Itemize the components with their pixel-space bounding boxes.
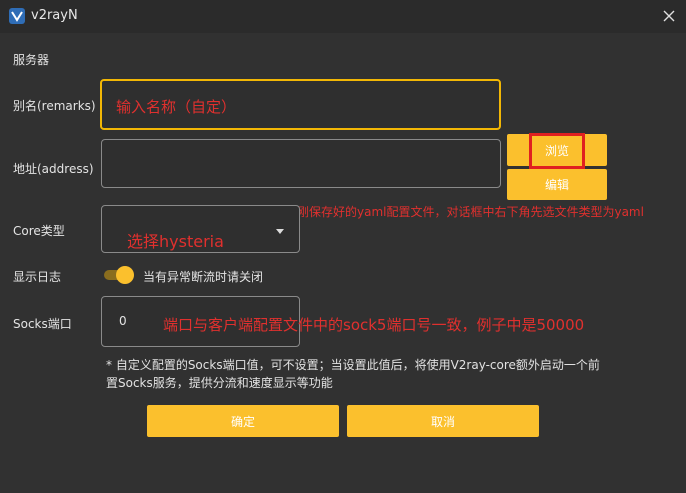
close-icon xyxy=(663,10,675,22)
section-title: 服务器 xyxy=(13,53,50,67)
socks-port-annotation: 端口与客户端配置文件中的sock5端口号一致，例子中是50000 xyxy=(163,316,585,334)
remarks-annotation: 输入名称（自定） xyxy=(116,98,237,116)
title-bar: v2rayN xyxy=(0,0,686,33)
toggle-knob[interactable] xyxy=(116,266,134,284)
show-log-toggle-text: 当有异常断流时请关闭 xyxy=(143,270,264,284)
core-type-label: Core类型 xyxy=(13,224,65,238)
edit-button-label: 编辑 xyxy=(544,178,569,192)
browse-highlight-box xyxy=(529,133,585,169)
v2rayn-logo-icon xyxy=(9,8,25,24)
edit-button[interactable]: 编辑 xyxy=(507,169,607,200)
cancel-button[interactable]: 取消 xyxy=(347,405,539,437)
window-title: v2rayN xyxy=(31,8,78,23)
socks-port-label: Socks端口 xyxy=(13,317,72,331)
socks-note-line1: * 自定义配置的Socks端口值，可不设置；当设置此值后，将使用V2ray-co… xyxy=(106,358,600,372)
ok-button-label: 确定 xyxy=(230,414,255,429)
remarks-label: 别名(remarks) xyxy=(13,99,96,113)
socks-note-line2: 置Socks服务，提供分流和速度显示等功能 xyxy=(106,376,333,390)
socks-port-value: 0 xyxy=(119,314,127,328)
cancel-button-label: 取消 xyxy=(430,414,455,429)
address-input[interactable] xyxy=(101,139,501,188)
address-label: 地址(address) xyxy=(13,162,94,176)
core-type-annotation: 选择hysteria xyxy=(127,232,224,251)
caret-down-icon xyxy=(276,229,284,234)
ok-button[interactable]: 确定 xyxy=(147,405,339,437)
show-log-label: 显示日志 xyxy=(13,270,62,284)
socks-note: * 自定义配置的Socks端口值，可不设置；当设置此值后，将使用V2ray-co… xyxy=(106,356,626,392)
close-button[interactable] xyxy=(655,3,683,29)
